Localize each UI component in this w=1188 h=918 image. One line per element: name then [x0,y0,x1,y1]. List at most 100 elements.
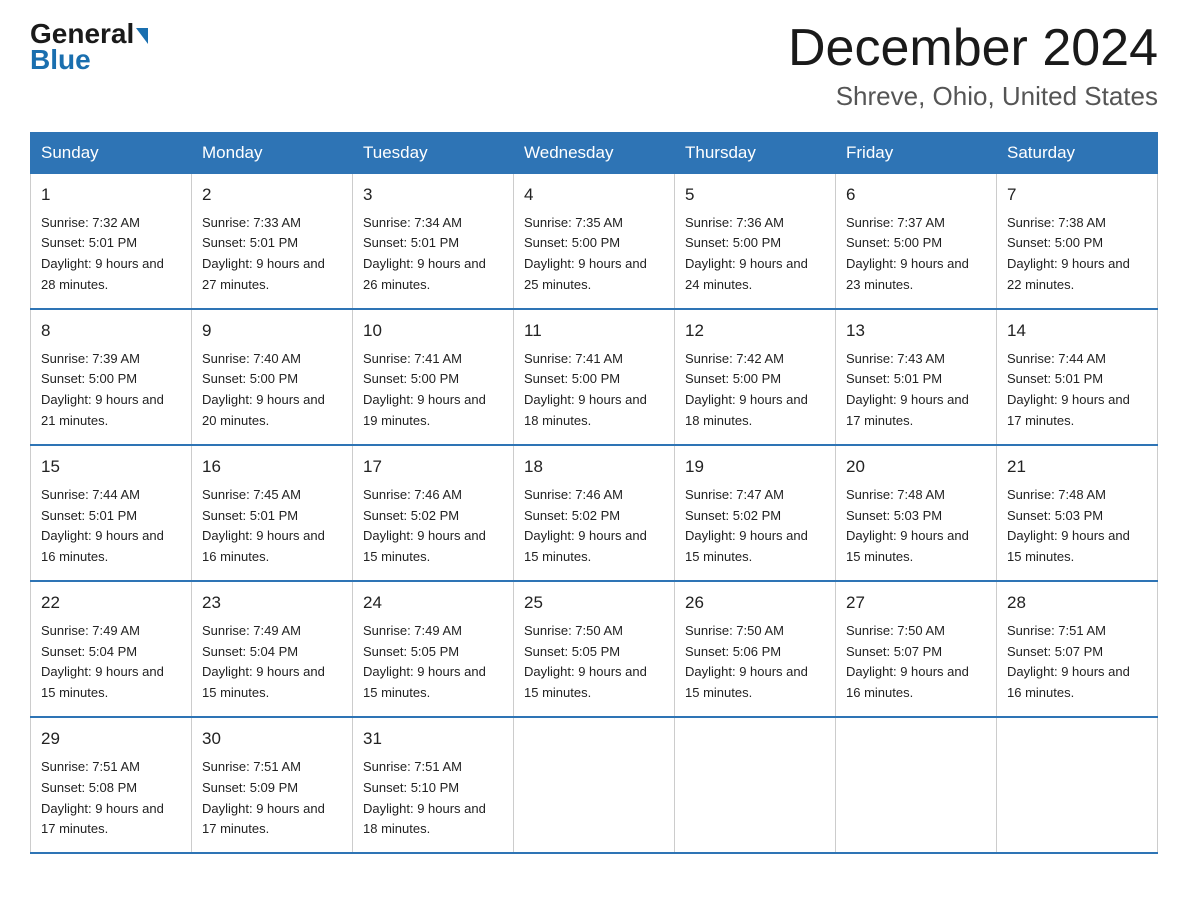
day-number: 9 [202,318,342,344]
day-number: 13 [846,318,986,344]
day-number: 22 [41,590,181,616]
calendar-cell: 2 Sunrise: 7:33 AMSunset: 5:01 PMDaylight… [192,174,353,310]
day-number: 1 [41,182,181,208]
day-number: 17 [363,454,503,480]
calendar-cell: 19 Sunrise: 7:47 AMSunset: 5:02 PMDayligh… [675,445,836,581]
day-number: 27 [846,590,986,616]
calendar-cell: 12 Sunrise: 7:42 AMSunset: 5:00 PMDayligh… [675,309,836,445]
calendar-cell: 16 Sunrise: 7:45 AMSunset: 5:01 PMDayligh… [192,445,353,581]
calendar-cell: 18 Sunrise: 7:46 AMSunset: 5:02 PMDayligh… [514,445,675,581]
day-number: 23 [202,590,342,616]
day-info: Sunrise: 7:48 AMSunset: 5:03 PMDaylight:… [1007,487,1130,565]
calendar-cell [675,717,836,853]
calendar-cell: 17 Sunrise: 7:46 AMSunset: 5:02 PMDayligh… [353,445,514,581]
calendar-cell: 30Sunrise: 7:51 AMSunset: 5:09 PMDayligh… [192,717,353,853]
week-row-1: 1 Sunrise: 7:32 AMSunset: 5:01 PMDaylight… [31,174,1158,310]
calendar-cell: 22 Sunrise: 7:49 AMSunset: 5:04 PMDayligh… [31,581,192,717]
day-number: 16 [202,454,342,480]
day-info: Sunrise: 7:40 AMSunset: 5:00 PMDaylight:… [202,351,325,429]
day-info: Sunrise: 7:51 AMSunset: 5:10 PMDaylight:… [363,759,486,837]
day-info: Sunrise: 7:49 AMSunset: 5:05 PMDaylight:… [363,623,486,701]
day-number: 4 [524,182,664,208]
day-number: 2 [202,182,342,208]
day-number: 21 [1007,454,1147,480]
day-number: 31 [363,726,503,752]
day-info: Sunrise: 7:47 AMSunset: 5:02 PMDaylight:… [685,487,808,565]
calendar-cell: 25Sunrise: 7:50 AMSunset: 5:05 PMDayligh… [514,581,675,717]
day-info: Sunrise: 7:49 AMSunset: 5:04 PMDaylight:… [202,623,325,701]
day-info: Sunrise: 7:51 AMSunset: 5:09 PMDaylight:… [202,759,325,837]
logo-blue: Blue [30,46,91,74]
calendar-cell: 1 Sunrise: 7:32 AMSunset: 5:01 PMDaylight… [31,174,192,310]
calendar-cell: 14Sunrise: 7:44 AMSunset: 5:01 PMDayligh… [997,309,1158,445]
calendar-cell: 13 Sunrise: 7:43 AMSunset: 5:01 PMDayligh… [836,309,997,445]
day-number: 26 [685,590,825,616]
calendar-table: SundayMondayTuesdayWednesdayThursdayFrid… [30,132,1158,854]
calendar-cell: 27Sunrise: 7:50 AMSunset: 5:07 PMDayligh… [836,581,997,717]
calendar-cell: 3 Sunrise: 7:34 AMSunset: 5:01 PMDaylight… [353,174,514,310]
day-info: Sunrise: 7:45 AMSunset: 5:01 PMDaylight:… [202,487,325,565]
calendar-cell: 10 Sunrise: 7:41 AMSunset: 5:00 PMDayligh… [353,309,514,445]
logo-arrow-icon [136,28,148,44]
col-header-wednesday: Wednesday [514,133,675,174]
day-number: 24 [363,590,503,616]
day-info: Sunrise: 7:46 AMSunset: 5:02 PMDaylight:… [363,487,486,565]
calendar-cell: 9 Sunrise: 7:40 AMSunset: 5:00 PMDaylight… [192,309,353,445]
calendar-cell: 15 Sunrise: 7:44 AMSunset: 5:01 PMDayligh… [31,445,192,581]
col-header-tuesday: Tuesday [353,133,514,174]
logo: General Blue [30,20,148,74]
day-number: 10 [363,318,503,344]
day-number: 5 [685,182,825,208]
calendar-cell: 23 Sunrise: 7:49 AMSunset: 5:04 PMDayligh… [192,581,353,717]
week-row-5: 29 Sunrise: 7:51 AMSunset: 5:08 PMDayligh… [31,717,1158,853]
calendar-cell: 28Sunrise: 7:51 AMSunset: 5:07 PMDayligh… [997,581,1158,717]
calendar-cell: 11Sunrise: 7:41 AMSunset: 5:00 PMDayligh… [514,309,675,445]
day-info: Sunrise: 7:46 AMSunset: 5:02 PMDaylight:… [524,487,647,565]
calendar-cell [997,717,1158,853]
calendar-cell [514,717,675,853]
calendar-header-row: SundayMondayTuesdayWednesdayThursdayFrid… [31,133,1158,174]
col-header-friday: Friday [836,133,997,174]
day-number: 12 [685,318,825,344]
day-info: Sunrise: 7:42 AMSunset: 5:00 PMDaylight:… [685,351,808,429]
day-info: Sunrise: 7:33 AMSunset: 5:01 PMDaylight:… [202,215,325,293]
col-header-thursday: Thursday [675,133,836,174]
day-info: Sunrise: 7:50 AMSunset: 5:06 PMDaylight:… [685,623,808,701]
calendar-cell: 20Sunrise: 7:48 AMSunset: 5:03 PMDayligh… [836,445,997,581]
day-number: 19 [685,454,825,480]
day-info: Sunrise: 7:37 AMSunset: 5:00 PMDaylight:… [846,215,969,293]
calendar-cell [836,717,997,853]
day-info: Sunrise: 7:32 AMSunset: 5:01 PMDaylight:… [41,215,164,293]
day-info: Sunrise: 7:36 AMSunset: 5:00 PMDaylight:… [685,215,808,293]
month-title: December 2024 [788,20,1158,77]
calendar-cell: 7 Sunrise: 7:38 AMSunset: 5:00 PMDaylight… [997,174,1158,310]
day-number: 18 [524,454,664,480]
day-number: 3 [363,182,503,208]
day-number: 15 [41,454,181,480]
day-number: 11 [524,318,664,344]
day-info: Sunrise: 7:34 AMSunset: 5:01 PMDaylight:… [363,215,486,293]
day-info: Sunrise: 7:39 AMSunset: 5:00 PMDaylight:… [41,351,164,429]
day-info: Sunrise: 7:50 AMSunset: 5:05 PMDaylight:… [524,623,647,701]
day-number: 28 [1007,590,1147,616]
week-row-3: 15 Sunrise: 7:44 AMSunset: 5:01 PMDayligh… [31,445,1158,581]
calendar-cell: 6Sunrise: 7:37 AMSunset: 5:00 PMDaylight… [836,174,997,310]
calendar-cell: 24 Sunrise: 7:49 AMSunset: 5:05 PMDayligh… [353,581,514,717]
day-number: 29 [41,726,181,752]
calendar-cell: 4Sunrise: 7:35 AMSunset: 5:00 PMDaylight… [514,174,675,310]
day-info: Sunrise: 7:38 AMSunset: 5:00 PMDaylight:… [1007,215,1130,293]
day-number: 7 [1007,182,1147,208]
col-header-saturday: Saturday [997,133,1158,174]
day-info: Sunrise: 7:43 AMSunset: 5:01 PMDaylight:… [846,351,969,429]
col-header-sunday: Sunday [31,133,192,174]
day-info: Sunrise: 7:44 AMSunset: 5:01 PMDaylight:… [41,487,164,565]
calendar-cell: 5 Sunrise: 7:36 AMSunset: 5:00 PMDaylight… [675,174,836,310]
location-title: Shreve, Ohio, United States [788,81,1158,112]
day-info: Sunrise: 7:51 AMSunset: 5:08 PMDaylight:… [41,759,164,837]
day-number: 20 [846,454,986,480]
day-info: Sunrise: 7:41 AMSunset: 5:00 PMDaylight:… [363,351,486,429]
day-info: Sunrise: 7:49 AMSunset: 5:04 PMDaylight:… [41,623,164,701]
calendar-cell: 26 Sunrise: 7:50 AMSunset: 5:06 PMDayligh… [675,581,836,717]
calendar-cell: 31 Sunrise: 7:51 AMSunset: 5:10 PMDayligh… [353,717,514,853]
week-row-2: 8Sunrise: 7:39 AMSunset: 5:00 PMDaylight… [31,309,1158,445]
